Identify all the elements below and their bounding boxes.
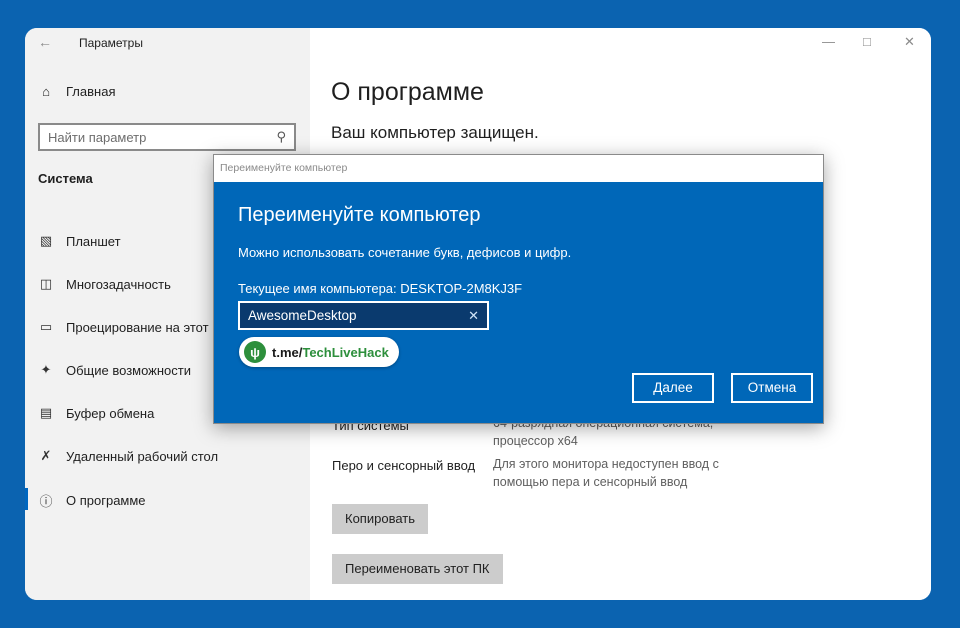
spec-label-pen: Перо и сенсорный ввод — [332, 458, 476, 473]
copy-button[interactable]: Копировать — [332, 504, 428, 534]
rename-pc-button[interactable]: Переименовать этот ПК — [332, 554, 503, 584]
multitasking-icon: ◫ — [39, 276, 53, 291]
section-title: Система — [38, 171, 93, 186]
nav-home[interactable]: ⌂ Главная — [38, 84, 115, 99]
close-icon[interactable]: ✕ — [904, 34, 915, 50]
shared-experiences-icon: ✦ — [40, 362, 52, 377]
tablet-icon: ▧ — [39, 233, 53, 248]
dialog-heading: Переименуйте компьютер — [238, 204, 481, 226]
clear-icon[interactable]: ✕ — [468, 308, 479, 324]
search-placeholder: Найти параметр — [48, 129, 147, 145]
back-arrow-icon[interactable]: ← — [38, 34, 52, 50]
watermark-badge: ψ t.me/TechLiveHack — [239, 337, 399, 367]
search-input[interactable]: Найти параметр ⚲ — [38, 123, 296, 151]
active-indicator — [25, 488, 28, 510]
page-subtitle: Ваш компьютер защищен. — [331, 123, 539, 142]
new-name-input[interactable]: AwesomeDesktop ✕ — [238, 301, 489, 330]
sidebar-item-tablet[interactable]: ▧ Планшет — [38, 233, 121, 249]
techlivehack-logo-icon: ψ — [244, 341, 266, 363]
sidebar-item-remote[interactable]: ✗ Удаленный рабочий стол — [38, 448, 219, 464]
spec-value-pen: Для этого монитора недоступен ввод с пом… — [493, 457, 719, 489]
search-icon[interactable]: ⚲ — [276, 129, 286, 145]
sidebar-item-shared[interactable]: ✦ Общие возможности — [38, 362, 191, 378]
next-button[interactable]: Далее — [632, 373, 714, 403]
dialog-titlebar: Переименуйте компьютер — [214, 155, 823, 182]
sidebar-item-label: Буфер обмена — [66, 405, 155, 421]
sidebar-item-projecting[interactable]: ▭ Проецирование на этот к — [38, 319, 218, 335]
sidebar-item-label: Многозадачность — [66, 276, 171, 292]
sidebar-item-label: Проецирование на этот к — [66, 319, 218, 335]
current-pc-name: Текущее имя компьютера: DESKTOP-2M8KJ3F — [238, 281, 523, 296]
sidebar-item-label: О программе — [66, 493, 146, 508]
remote-desktop-icon: ✗ — [40, 448, 52, 463]
watermark-text: t.me/TechLiveHack — [272, 345, 389, 360]
new-name-value: AwesomeDesktop — [248, 308, 357, 323]
dialog-body: Переименуйте компьютер Можно использоват… — [214, 182, 823, 423]
home-icon: ⌂ — [42, 84, 50, 99]
clipboard-icon: ▤ — [39, 405, 53, 420]
maximize-icon[interactable]: □ — [863, 34, 871, 49]
sidebar-item-clipboard[interactable]: ▤ Буфер обмена — [38, 405, 155, 421]
dialog-description: Можно использовать сочетание букв, дефис… — [238, 245, 572, 260]
info-icon: ⓘ — [39, 494, 53, 509]
sidebar-item-multitasking[interactable]: ◫ Многозадачность — [38, 276, 171, 292]
sidebar-item-about[interactable]: ⓘ О программе — [38, 491, 146, 510]
nav-home-label: Главная — [66, 84, 116, 99]
watermark-handle: TechLiveHack — [302, 344, 389, 360]
page-title: О программе — [331, 78, 484, 106]
sidebar-item-label: Общие возможности — [66, 362, 192, 378]
projecting-icon: ▭ — [39, 319, 53, 334]
watermark-prefix: t.me/ — [272, 344, 303, 360]
rename-dialog: Переименуйте компьютер Переименуйте комп… — [213, 154, 824, 424]
sidebar-item-label: Удаленный рабочий стол — [66, 448, 219, 464]
app-title: Параметры — [79, 36, 143, 50]
sidebar-item-label: Планшет — [66, 233, 121, 249]
minimize-icon[interactable]: — — [822, 34, 835, 49]
cancel-button[interactable]: Отмена — [731, 373, 813, 403]
